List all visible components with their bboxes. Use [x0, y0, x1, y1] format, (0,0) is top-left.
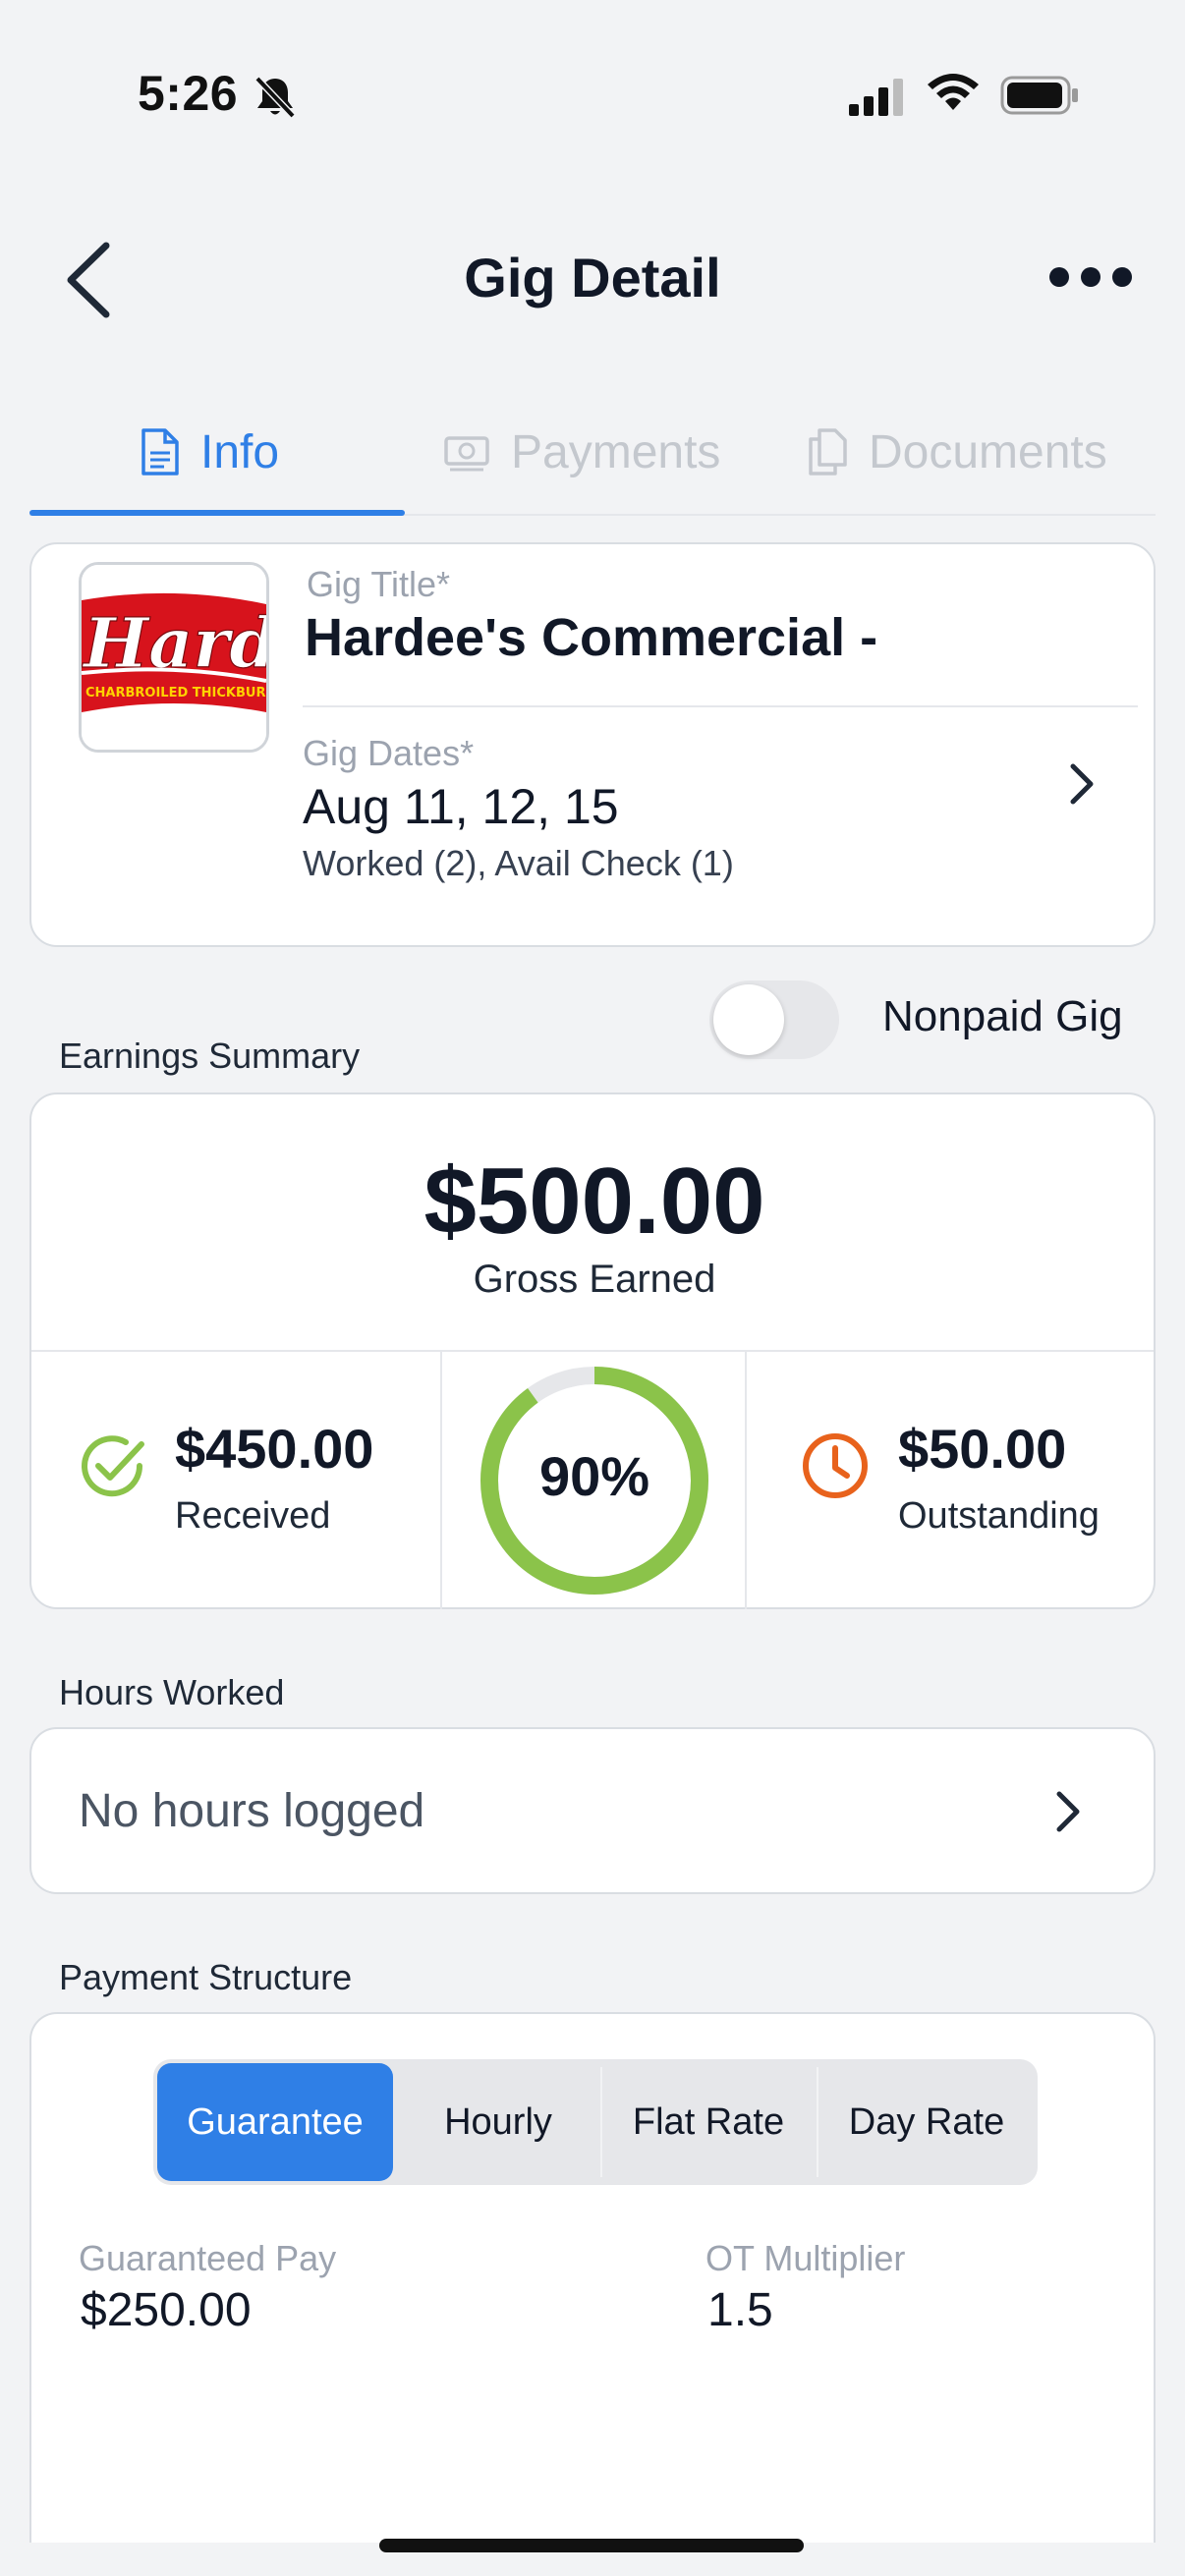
tab-payments-label: Payments [511, 425, 721, 478]
gross-earned-amount: $500.00 [423, 1148, 765, 1254]
gig-dates-label: Gig Dates* [303, 733, 475, 773]
check-circle-icon [82, 1435, 144, 1497]
money-icon [444, 436, 489, 472]
chevron-right-icon[interactable] [1067, 760, 1097, 808]
received-percent: 90% [538, 1445, 650, 1507]
cell-signal-icon [849, 79, 903, 116]
gig-title-label: Gig Title* [307, 564, 451, 604]
ot-multiplier-label: OT Multiplier [705, 2238, 906, 2278]
wifi-icon [928, 74, 979, 110]
segment-day-rate[interactable]: Day Rate [819, 2063, 1034, 2181]
guaranteed-pay-field[interactable]: $250.00 [81, 2283, 252, 2337]
bell-muted-icon [254, 76, 296, 119]
earnings-summary-heading: Earnings Summary [59, 1036, 361, 1076]
divider [745, 1352, 747, 1609]
ot-multiplier-field[interactable]: 1.5 [707, 2283, 773, 2337]
gross-earned-label: Gross Earned [473, 1258, 716, 1301]
gig-dates[interactable]: Aug 11, 12, 15 [303, 778, 619, 835]
gig-logo: Hardee CHARBROILED THICKBURGERS [79, 562, 269, 753]
clock-icon [803, 1433, 868, 1498]
divider [440, 1352, 442, 1609]
more-options-icon[interactable] [1047, 261, 1134, 293]
earnings-summary-card: $500.00 Gross Earned $450.00 Received 90… [29, 1092, 1156, 1609]
files-icon [809, 428, 847, 476]
hours-worked-heading: Hours Worked [59, 1672, 285, 1712]
received-label: Received [175, 1495, 331, 1537]
segment-divider [817, 2067, 818, 2177]
segment-guarantee[interactable]: Guarantee [157, 2063, 393, 2181]
chevron-right-icon [1056, 1791, 1080, 1832]
tab-documents-label: Documents [869, 425, 1107, 478]
battery-icon [1000, 76, 1078, 115]
tab-payments[interactable]: Payments [442, 388, 720, 516]
payment-type-segmented-control: Guarantee Hourly Flat Rate Day Rate [153, 2059, 1038, 2185]
tab-bar: Info Payments Documents [29, 388, 1156, 516]
tab-info-label: Info [200, 425, 280, 478]
divider [303, 705, 1138, 707]
guaranteed-pay-label: Guaranteed Pay [79, 2238, 337, 2278]
nonpaid-gig-toggle[interactable] [709, 980, 839, 1059]
toggle-knob [713, 984, 784, 1055]
gig-summary-card[interactable]: Hardee CHARBROILED THICKBURGERS Gig Titl… [29, 542, 1156, 947]
segment-hourly[interactable]: Hourly [399, 2063, 597, 2181]
nonpaid-gig-label: Nonpaid Gig [882, 992, 1123, 1040]
status-bar: 5:26 [0, 0, 1185, 187]
segment-flat-rate[interactable]: Flat Rate [603, 2063, 814, 2181]
hours-worked-row[interactable]: No hours logged [29, 1727, 1156, 1894]
tab-info[interactable]: Info [138, 388, 279, 516]
payment-structure-heading: Payment Structure [59, 1957, 353, 1997]
outstanding-amount: $50.00 [898, 1418, 1067, 1480]
active-tab-indicator [29, 510, 405, 516]
gig-title[interactable]: Hardee's Commercial - [305, 607, 877, 668]
divider [31, 1350, 1154, 1352]
logo-tagline: CHARBROILED THICKBURGERS [85, 686, 266, 700]
tab-documents[interactable]: Documents [806, 388, 1107, 516]
document-icon [141, 428, 179, 476]
brand-logo-image: Hardee CHARBROILED THICKBURGERS [82, 565, 266, 750]
gig-dates-status: Worked (2), Avail Check (1) [303, 843, 734, 883]
page-title: Gig Detail [464, 247, 721, 308]
home-indicator [379, 2539, 804, 2552]
received-amount: $450.00 [175, 1418, 374, 1480]
status-time: 5:26 [138, 66, 239, 121]
payment-structure-card: Guarantee Hourly Flat Rate Day Rate Guar… [29, 2012, 1156, 2543]
outstanding-label: Outstanding [898, 1495, 1100, 1537]
segment-divider [600, 2067, 602, 2177]
hours-worked-text: No hours logged [79, 1785, 425, 1837]
